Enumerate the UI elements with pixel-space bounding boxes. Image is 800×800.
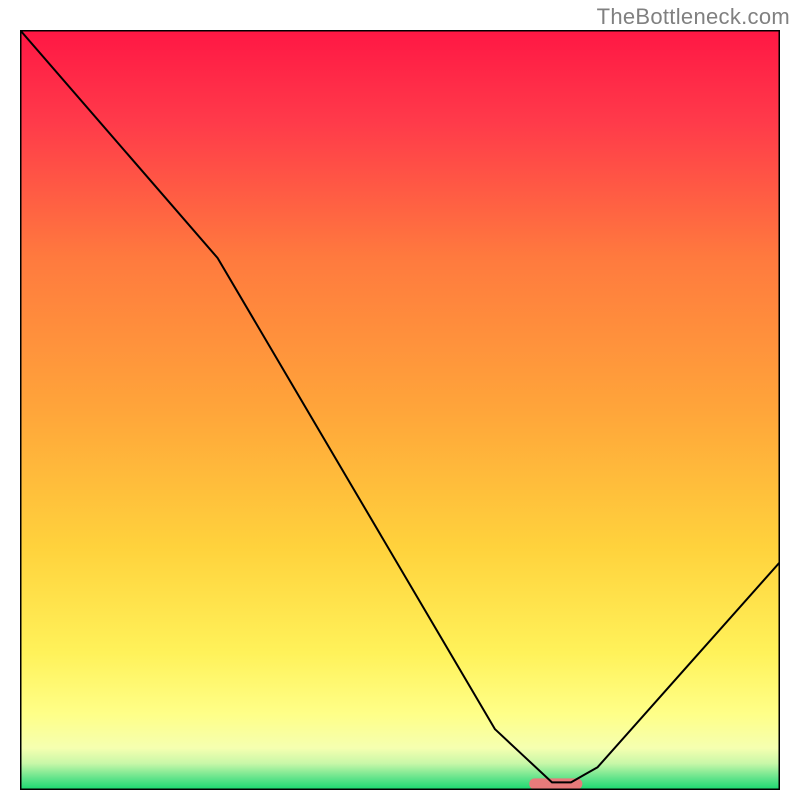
chart-stage: TheBottleneck.com — [0, 0, 800, 800]
gradient-background — [20, 30, 780, 790]
attribution-text: TheBottleneck.com — [597, 4, 790, 30]
plot-area — [20, 30, 780, 790]
bottleneck-chart — [20, 30, 780, 790]
